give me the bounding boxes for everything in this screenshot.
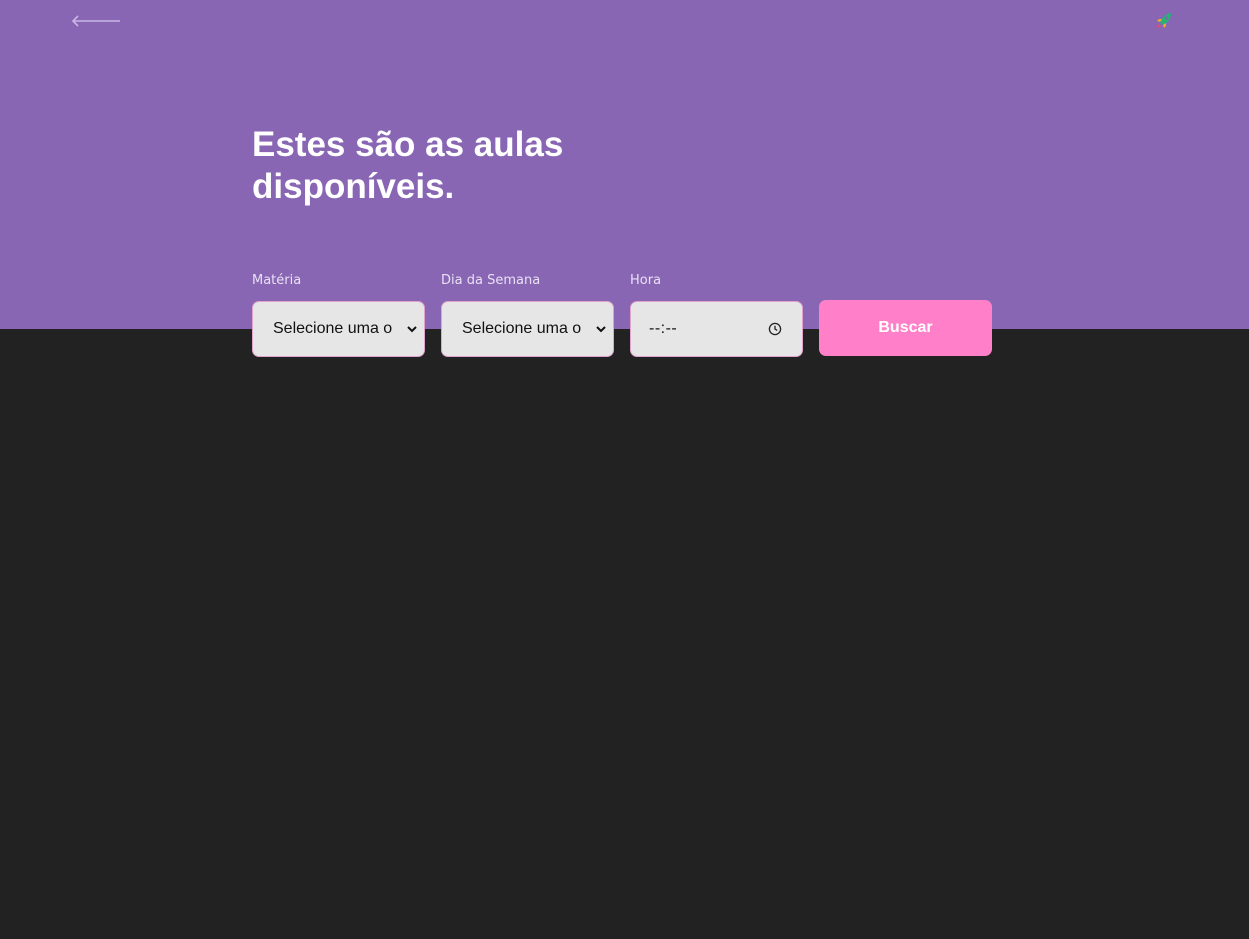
subject-select[interactable]: Selecione uma o [252,301,425,357]
page-title: Estes são as aulas disponíveis. [252,125,564,206]
search-button[interactable]: Buscar [819,300,992,356]
back-link[interactable] [70,11,122,31]
time-label: Hora [630,273,662,288]
arrow-left-icon [71,15,120,27]
page-header: Estes são as aulas disponíveis. [0,0,1249,329]
weekday-label: Dia da Semana [441,273,541,288]
time-input-value: --:-- [649,320,678,337]
subject-select-value: Selecione uma o [273,320,393,337]
weekday-select[interactable]: Selecione uma o [441,301,614,357]
clock-icon[interactable] [768,322,782,336]
subject-label: Matéria [252,273,302,288]
chevron-down-icon [407,326,417,333]
time-input[interactable]: --:-- [630,301,803,357]
rocket-icon [1156,13,1171,29]
time-field: Hora --:-- [630,271,803,357]
weekday-field: Dia da Semana Selecione uma o [441,271,614,357]
chevron-down-icon [596,326,606,333]
weekday-select-value: Selecione uma o [462,320,582,337]
subject-field: Matéria Selecione uma o [252,271,425,357]
